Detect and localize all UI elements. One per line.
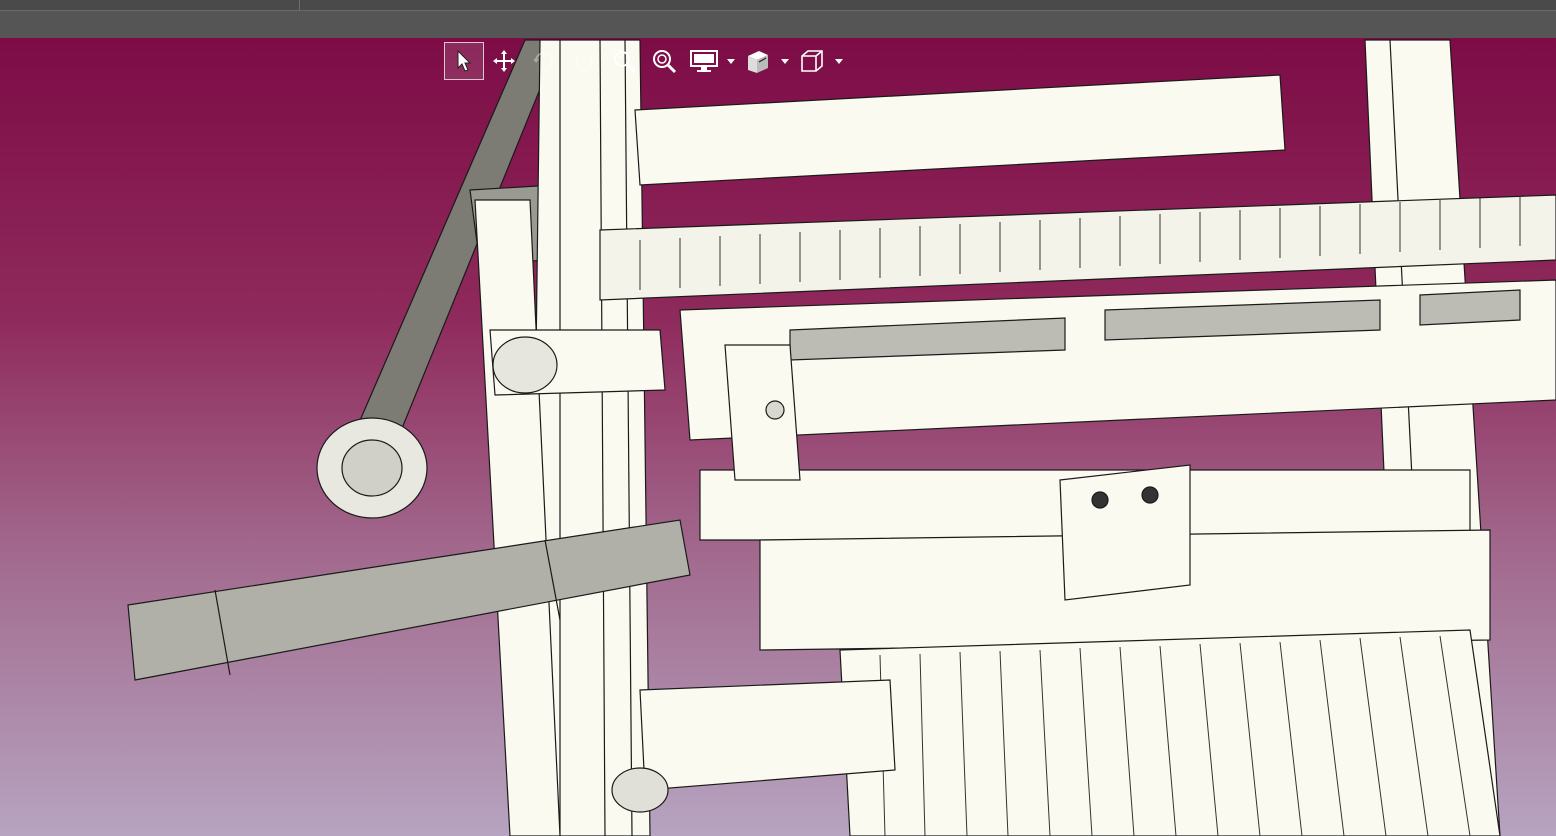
pan-move-icon [493,50,515,72]
chevron-down-icon [835,58,843,64]
cad-assembly-model[interactable] [0,38,1556,836]
rotate-view-button[interactable] [524,42,564,80]
heads-up-view-toolbar [444,41,846,81]
select-button[interactable] [444,42,484,80]
zoom-to-fit-button[interactable] [644,42,684,80]
hide-show-items-button[interactable] [738,42,778,80]
command-manager-bar [0,11,1556,38]
zoom-to-fit-icon [653,50,677,74]
pan-button[interactable] [484,42,524,80]
slider-carriage [1059,464,1191,601]
hide-show-items-dropdown[interactable] [778,42,792,80]
display-style-icon [690,50,718,72]
roll-view-icon [576,55,592,72]
roll-view-button[interactable] [564,42,604,80]
select-arrow-icon [457,50,472,72]
title-bar [0,0,1556,11]
display-style-button[interactable] [684,42,724,80]
linear-actuator [724,344,801,481]
zoom-to-area-icon [612,49,637,74]
view-orientation-dropdown[interactable] [832,42,846,80]
tab-separator [299,0,300,10]
display-style-dropdown[interactable] [724,42,738,80]
back-panel [634,74,1286,186]
belt-pulley-assembly [639,679,896,791]
roller-conveyor [839,629,1501,836]
view-orientation-icon [801,50,823,72]
chevron-down-icon [781,58,789,64]
graphics-area[interactable]: #fbfaf0 [0,38,1556,836]
zoom-to-area-button[interactable] [604,42,644,80]
view-orientation-button[interactable] [792,42,832,80]
chevron-down-icon [727,58,735,64]
hide-show-items-icon [748,51,768,73]
rotate-view-icon [533,52,553,70]
